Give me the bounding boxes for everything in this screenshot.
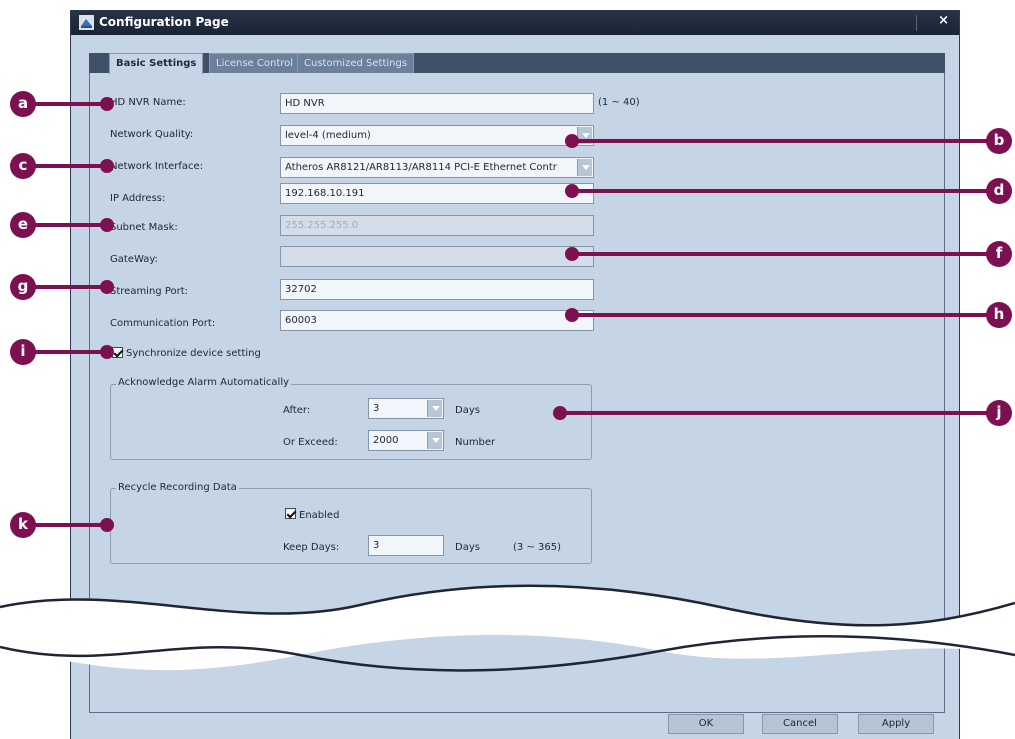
alarm-group-title: Acknowledge Alarm Automatically <box>116 377 292 388</box>
network-interface-label: Network Interface: <box>110 161 204 172</box>
callout-line-j <box>560 411 987 415</box>
network-quality-value: level-4 (medium) <box>285 130 371 141</box>
screenshot-stage: Configuration Page × Basic Settings Lice… <box>0 0 1015 739</box>
callout-line-e <box>26 223 108 227</box>
chevron-down-icon[interactable] <box>427 400 442 417</box>
callout-line-g <box>26 285 108 289</box>
callout-badge-g: g <box>10 274 36 300</box>
nvr-name-label: HD NVR Name: <box>110 97 186 108</box>
callout-dot-g <box>100 280 114 294</box>
callout-badge-b: b <box>986 128 1012 154</box>
callout-badge-a: a <box>10 91 36 117</box>
callout-badge-h: h <box>986 302 1012 328</box>
callout-badge-d: d <box>986 178 1012 204</box>
callout-badge-e: e <box>10 212 36 238</box>
callout-dot-e <box>100 218 114 232</box>
cancel-button[interactable]: Cancel <box>762 714 838 734</box>
callout-dot-j <box>553 406 567 420</box>
exceed-number-value: 2000 <box>373 435 399 446</box>
callout-dot-a <box>100 97 114 111</box>
nvr-name-range: (1 ~ 40) <box>598 97 640 108</box>
window-title: Configuration Page <box>99 15 229 29</box>
ip-address-input[interactable]: 192.168.10.191 <box>280 183 594 204</box>
apply-button[interactable]: Apply <box>858 714 934 734</box>
callout-dot-d <box>565 184 579 198</box>
after-unit: Days <box>455 405 480 416</box>
tab-strip: Basic Settings License Control Customize… <box>89 53 945 74</box>
callout-dot-h <box>565 308 579 322</box>
exceed-number-select[interactable]: 2000 <box>368 430 444 451</box>
callout-line-k <box>26 523 108 527</box>
callout-line-c <box>26 164 108 168</box>
close-icon[interactable]: × <box>938 13 949 28</box>
network-interface-select[interactable]: Atheros AR8121/AR8113/AR8114 PCI-E Ether… <box>280 157 594 178</box>
gateway-input <box>280 246 594 267</box>
sync-device-label: Synchronize device setting <box>126 348 261 359</box>
torn-page-break <box>0 584 1015 672</box>
callout-line-d <box>572 189 987 193</box>
subnet-mask-label: Subnet Mask: <box>110 222 178 233</box>
chevron-down-icon[interactable] <box>577 159 592 176</box>
keep-days-label: Keep Days: <box>283 542 340 553</box>
tab-license-control[interactable]: License Control <box>209 53 301 73</box>
communication-port-label: Communication Port: <box>110 318 216 329</box>
network-interface-value: Atheros AR8121/AR8113/AR8114 PCI-E Ether… <box>285 162 557 173</box>
streaming-port-input[interactable]: 32702 <box>280 279 594 300</box>
recycle-enabled-label: Enabled <box>299 510 340 521</box>
callout-line-a <box>26 102 108 106</box>
callout-dot-b <box>565 134 579 148</box>
tab-basic-settings[interactable]: Basic Settings <box>109 53 204 74</box>
after-days-select[interactable]: 3 <box>368 398 444 419</box>
callout-line-i <box>26 350 108 354</box>
recycle-enabled-checkbox[interactable] <box>285 508 296 519</box>
chevron-down-icon[interactable] <box>427 432 442 449</box>
alarm-group <box>110 384 592 460</box>
ip-address-label: IP Address: <box>110 193 166 204</box>
title-bar: Configuration Page × <box>71 11 959 35</box>
keep-days-input[interactable]: 3 <box>368 535 444 556</box>
callout-dot-f <box>565 247 579 261</box>
callout-dot-i <box>100 345 114 359</box>
tab-customized-settings[interactable]: Customized Settings <box>297 53 415 73</box>
network-quality-select[interactable]: level-4 (medium) <box>280 125 594 146</box>
streaming-port-label: Streaming Port: <box>110 286 189 297</box>
callout-badge-j: j <box>986 400 1012 426</box>
callout-badge-c: c <box>10 153 36 179</box>
callout-badge-i: i <box>10 339 36 365</box>
communication-port-input[interactable]: 60003 <box>280 310 594 331</box>
title-separator <box>916 15 917 31</box>
network-quality-label: Network Quality: <box>110 129 194 140</box>
keep-days-range: (3 ~ 365) <box>513 542 561 553</box>
subnet-mask-input: 255.255.255.0 <box>280 215 594 236</box>
gateway-label: GateWay: <box>110 254 158 265</box>
callout-line-f <box>572 252 987 256</box>
exceed-unit: Number <box>455 437 496 448</box>
callout-line-h <box>572 313 987 317</box>
after-days-value: 3 <box>373 403 380 414</box>
callout-badge-k: k <box>10 512 36 538</box>
callout-line-b <box>572 139 987 143</box>
app-icon <box>79 15 94 30</box>
callout-badge-f: f <box>986 241 1012 267</box>
keep-days-unit: Days <box>455 542 480 553</box>
after-label: After: <box>283 405 311 416</box>
exceed-label: Or Exceed: <box>283 437 338 448</box>
callout-dot-k <box>100 518 114 532</box>
recycle-group-title: Recycle Recording Data <box>116 482 239 493</box>
callout-dot-c <box>100 159 114 173</box>
ok-button[interactable]: OK <box>668 714 744 734</box>
nvr-name-input[interactable]: HD NVR <box>280 93 594 114</box>
